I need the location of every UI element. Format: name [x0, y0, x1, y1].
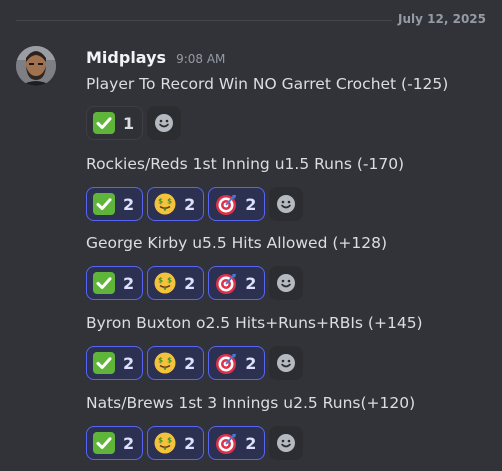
check-mark-icon: [93, 272, 115, 294]
avatar-image: [16, 46, 56, 86]
check-mark-icon: [93, 432, 115, 454]
reactions-row: 2 $ $ 2 2: [86, 266, 304, 300]
reaction-button[interactable]: 2: [86, 187, 144, 221]
reaction-button[interactable]: $ $ 2: [147, 426, 205, 460]
reaction-count: 2: [245, 194, 257, 214]
reaction-button[interactable]: 2: [86, 346, 144, 380]
svg-text:$: $: [167, 198, 172, 206]
reaction-button[interactable]: 2: [208, 426, 266, 460]
reaction-count: 2: [123, 353, 135, 373]
reaction-count: 2: [123, 273, 135, 293]
smiley-icon: [276, 353, 296, 373]
direct-hit-icon: [215, 193, 237, 215]
money-mouth-face-icon: $ $: [154, 432, 176, 454]
svg-text:$: $: [158, 198, 163, 206]
reaction-count: 2: [123, 433, 135, 453]
message-header: Midplays 9:08 AM: [86, 48, 225, 70]
reactions-row: 1: [86, 106, 182, 140]
reactions-row: 2 $ $ 2 2: [86, 346, 304, 380]
direct-hit-icon: [215, 352, 237, 374]
smiley-icon: [276, 273, 296, 293]
reaction-button[interactable]: 2: [86, 426, 144, 460]
pick-text: George Kirby u5.5 Hits Allowed (+128): [86, 234, 388, 252]
check-mark-icon: [93, 352, 115, 374]
reaction-button[interactable]: $ $ 2: [147, 346, 205, 380]
svg-text:$: $: [158, 437, 163, 445]
smiley-icon: [276, 433, 296, 453]
reaction-button[interactable]: $ $ 2: [147, 187, 205, 221]
date-label: July 12, 2025: [392, 12, 486, 26]
direct-hit-icon: [215, 432, 237, 454]
avatar[interactable]: [16, 46, 56, 86]
reaction-count: 2: [184, 194, 196, 214]
reaction-button[interactable]: 2: [208, 187, 266, 221]
reactions-row: 2 $ $ 2 2: [86, 187, 304, 221]
pick-text: Player To Record Win NO Garret Crochet (…: [86, 75, 449, 93]
money-mouth-face-icon: $ $: [154, 193, 176, 215]
svg-text:$: $: [167, 277, 172, 285]
reaction-count: 2: [123, 194, 135, 214]
add-reaction-button[interactable]: [147, 106, 182, 140]
svg-text:$: $: [158, 357, 163, 365]
reaction-count: 2: [184, 353, 196, 373]
svg-text:$: $: [158, 277, 163, 285]
svg-text:$: $: [167, 437, 172, 445]
check-mark-icon: [93, 112, 115, 134]
reaction-count: 2: [245, 433, 257, 453]
username[interactable]: Midplays: [86, 48, 166, 67]
pick-text: Byron Buxton o2.5 Hits+Runs+RBIs (+145): [86, 314, 423, 332]
direct-hit-icon: [215, 272, 237, 294]
smiley-icon: [276, 194, 296, 214]
smiley-icon: [154, 113, 174, 133]
reaction-count: 2: [245, 353, 257, 373]
money-mouth-face-icon: $ $: [154, 272, 176, 294]
add-reaction-button[interactable]: [269, 346, 304, 380]
reaction-button[interactable]: 2: [86, 266, 144, 300]
pick-text: Rockies/Reds 1st Inning u1.5 Runs (-170): [86, 155, 405, 173]
reaction-button[interactable]: 1: [86, 106, 144, 140]
reaction-count: 2: [245, 273, 257, 293]
timestamp[interactable]: 9:08 AM: [176, 52, 225, 66]
reaction-count: 2: [184, 433, 196, 453]
divider-line: [16, 20, 398, 21]
money-mouth-face-icon: $ $: [154, 352, 176, 374]
reaction-count: 2: [184, 273, 196, 293]
reaction-button[interactable]: $ $ 2: [147, 266, 205, 300]
add-reaction-button[interactable]: [269, 426, 304, 460]
svg-text:$: $: [167, 357, 172, 365]
reactions-row: 2 $ $ 2 2: [86, 426, 304, 460]
add-reaction-button[interactable]: [269, 266, 304, 300]
reaction-button[interactable]: 2: [208, 266, 266, 300]
reaction-button[interactable]: 2: [208, 346, 266, 380]
add-reaction-button[interactable]: [269, 187, 304, 221]
pick-text: Nats/Brews 1st 3 Innings u2.5 Runs(+120): [86, 394, 416, 412]
reaction-count: 1: [123, 113, 135, 133]
check-mark-icon: [93, 193, 115, 215]
